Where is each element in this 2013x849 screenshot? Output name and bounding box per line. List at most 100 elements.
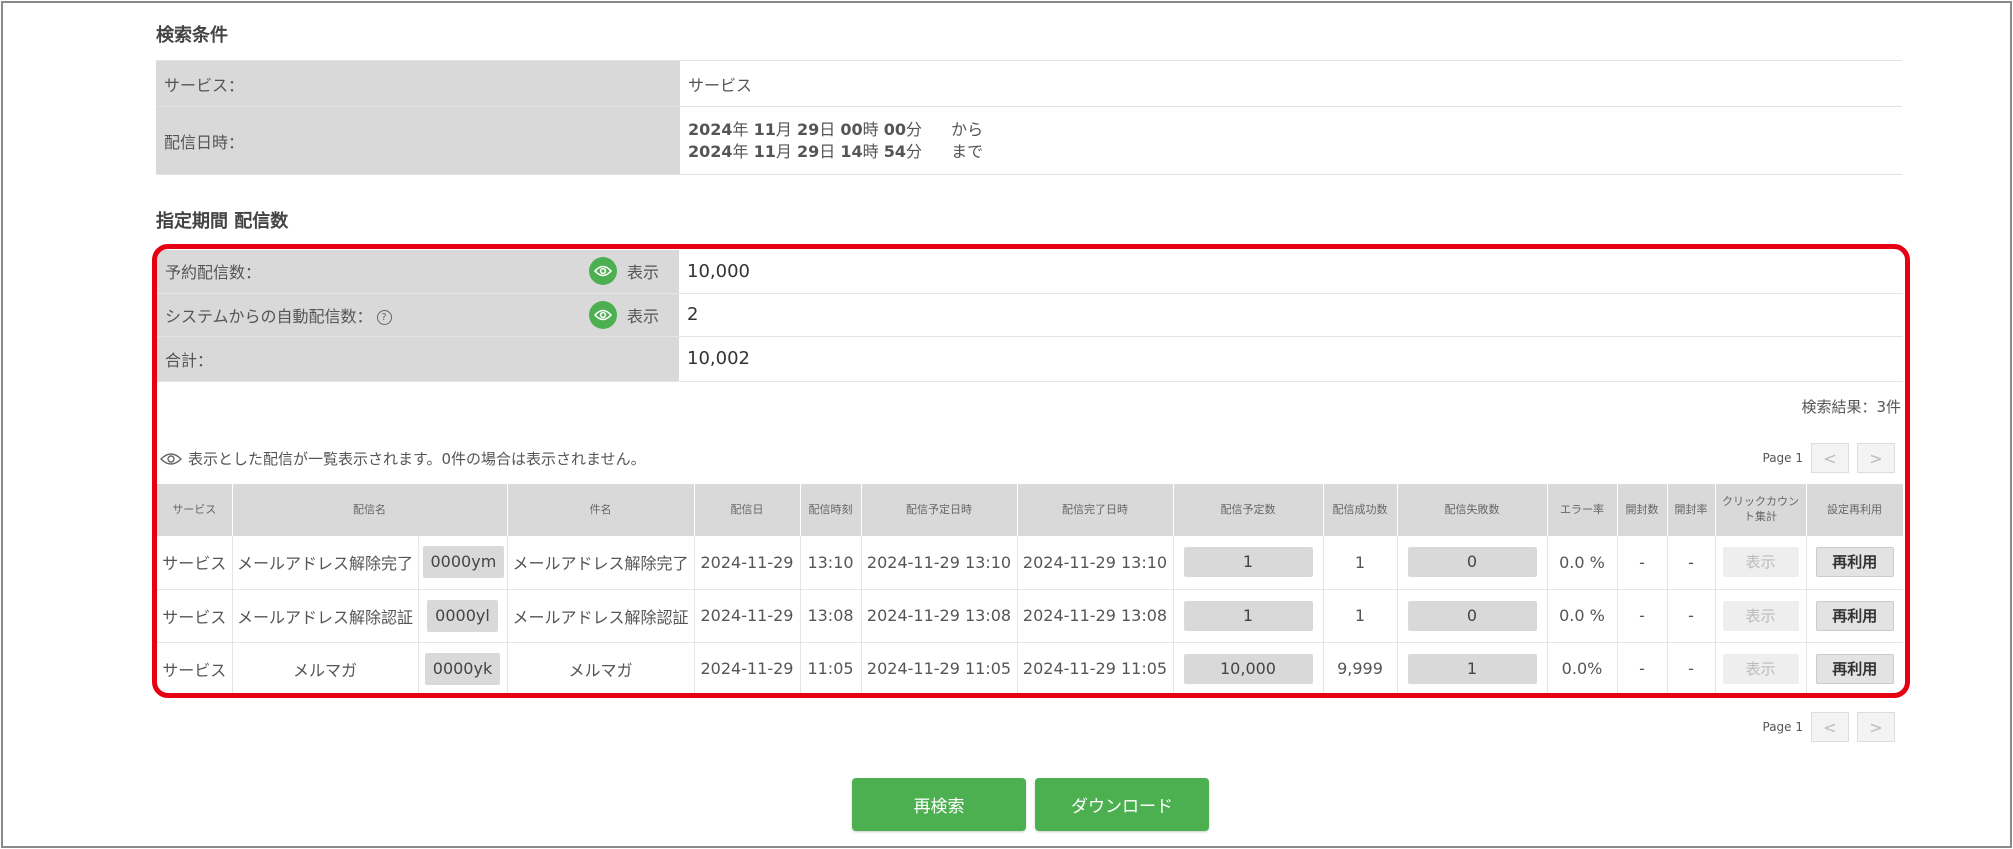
col-planned[interactable]: 配信予定数 (1173, 484, 1324, 536)
col-subject[interactable]: 件名 (507, 484, 695, 536)
next-page-button[interactable]: > (1857, 443, 1895, 473)
cell-reuse: 再利用 (1806, 589, 1903, 643)
service-label: サービス： (156, 60, 680, 107)
cell-time: 13:10 (800, 536, 862, 590)
col-date[interactable]: 配信日 (694, 484, 801, 536)
cell-failed: 0 (1397, 589, 1548, 643)
click-show-button[interactable]: 表示 (1722, 600, 1799, 631)
cell-date: 2024-11-29 (694, 642, 801, 695)
auto-count-value: 2 (679, 293, 1903, 337)
cell-reuse: 再利用 (1806, 536, 1903, 590)
prev-page-button[interactable]: < (1811, 443, 1849, 473)
col-open-rate[interactable]: 開封率 (1667, 484, 1716, 536)
total-value: 10,002 (679, 336, 1903, 382)
col-error-rate[interactable]: エラー率 (1547, 484, 1618, 536)
eye-icon (588, 257, 617, 286)
delivery-id: 0000yk (424, 652, 501, 685)
cell-time: 11:05 (800, 642, 862, 695)
col-success[interactable]: 配信成功数 (1323, 484, 1398, 536)
click-show-button[interactable]: 表示 (1722, 653, 1799, 684)
eye-outline-icon (160, 452, 182, 465)
eye-icon (588, 300, 617, 329)
delivery-counts-title: 指定期間 配信数 (156, 211, 289, 232)
cell-subject: メールアドレス解除認証 (507, 589, 695, 643)
cell-error-rate: 0.0 % (1547, 536, 1618, 590)
planned-count: 10,000 (1183, 653, 1313, 684)
cell-id: 0000yk (418, 642, 508, 695)
delivery-counts-table: 予約配信数： 表示 10,000 システムからの自動配信数：? 表示 2 合計：… (157, 250, 1903, 382)
cell-id: 0000yl (418, 589, 508, 643)
datetime-label: 配信日時： (156, 106, 680, 175)
cell-planned: 1 (1173, 536, 1324, 590)
col-opens[interactable]: 開封数 (1617, 484, 1668, 536)
cell-service: サービス (157, 536, 233, 590)
research-button[interactable]: 再検索 (852, 778, 1026, 831)
table-row: サービス メールアドレス解除完了 0000ym メールアドレス解除完了 2024… (157, 536, 1903, 590)
col-click-count[interactable]: クリックカウント集計 (1715, 484, 1807, 536)
cell-click-count: 表示 (1715, 536, 1807, 590)
cell-click-count: 表示 (1715, 642, 1807, 695)
cell-planned: 10,000 (1173, 642, 1324, 695)
cell-completed: 2024-11-29 13:08 (1017, 589, 1174, 643)
cell-subject: メールアドレス解除完了 (507, 536, 695, 590)
service-value: サービス (680, 60, 1902, 107)
col-name[interactable]: 配信名 (232, 484, 508, 536)
cell-service: サービス (157, 642, 233, 695)
next-page-button[interactable]: > (1857, 712, 1895, 742)
cell-name: メルマガ (232, 642, 419, 695)
cell-click-count: 表示 (1715, 589, 1807, 643)
cell-date: 2024-11-29 (694, 536, 801, 590)
reuse-button[interactable]: 再利用 (1815, 653, 1894, 684)
click-show-button[interactable]: 表示 (1722, 547, 1799, 578)
cell-opens: - (1617, 589, 1668, 643)
cell-service: サービス (157, 589, 233, 643)
table-header-row: サービス 配信名 件名 配信日 配信時刻 配信予定日時 配信完了日時 配信予定数… (157, 484, 1904, 536)
datetime-from: 2024年 11月 29日 00時 00分 から (688, 119, 984, 139)
cell-scheduled: 2024-11-29 13:10 (861, 536, 1018, 590)
cell-scheduled: 2024-11-29 11:05 (861, 642, 1018, 695)
page-label: Page 1 (1762, 720, 1804, 734)
list-notice: 表示とした配信が一覧表示されます。0件の場合は表示されません。 (160, 448, 646, 469)
reserved-show-button[interactable]: 表示 (588, 257, 659, 286)
help-icon[interactable]: ? (376, 309, 392, 325)
cell-name: メールアドレス解除完了 (232, 536, 419, 590)
table-row: サービス メルマガ 0000yk メルマガ 2024-11-29 11:05 2… (157, 642, 1903, 695)
col-reuse[interactable]: 設定再利用 (1806, 484, 1904, 536)
pager-top: Page 1 < > (1763, 443, 1895, 473)
cell-completed: 2024-11-29 11:05 (1017, 642, 1174, 695)
cell-success: 1 (1323, 589, 1398, 643)
col-service[interactable]: サービス (157, 484, 233, 536)
col-failed[interactable]: 配信失敗数 (1397, 484, 1548, 536)
search-conditions-table: サービス： サービス 配信日時： 2024年 11月 29日 00時 00分 か… (156, 60, 1902, 175)
col-scheduled[interactable]: 配信予定日時 (861, 484, 1018, 536)
download-button[interactable]: ダウンロード (1035, 778, 1209, 831)
reuse-button[interactable]: 再利用 (1815, 547, 1894, 578)
cell-open-rate: - (1667, 642, 1716, 695)
planned-count: 1 (1183, 547, 1313, 578)
cell-scheduled: 2024-11-29 13:08 (861, 589, 1018, 643)
cell-success: 9,999 (1323, 642, 1398, 695)
auto-show-button[interactable]: 表示 (588, 300, 659, 329)
pager-bottom: Page 1 < > (1762, 712, 1895, 742)
table-row: サービス メールアドレス解除認証 0000yl メールアドレス解除認証 2024… (157, 589, 1903, 643)
col-time[interactable]: 配信時刻 (800, 484, 862, 536)
col-completed[interactable]: 配信完了日時 (1017, 484, 1174, 536)
cell-opens: - (1617, 642, 1668, 695)
reuse-button[interactable]: 再利用 (1815, 600, 1894, 631)
planned-count: 1 (1183, 600, 1313, 631)
cell-completed: 2024-11-29 13:10 (1017, 536, 1174, 590)
cell-id: 0000ym (418, 536, 508, 590)
delivery-list-table: サービス 配信名 件名 配信日 配信時刻 配信予定日時 配信完了日時 配信予定数… (157, 484, 1904, 695)
results-count: 検索結果：3件 (1801, 398, 1901, 416)
cell-planned: 1 (1173, 589, 1324, 643)
cell-date: 2024-11-29 (694, 589, 801, 643)
cell-success: 1 (1323, 536, 1398, 590)
cell-open-rate: - (1667, 536, 1716, 590)
delivery-id: 0000yl (427, 599, 498, 632)
auto-count-label: システムからの自動配信数：? 表示 (157, 293, 679, 337)
cell-name: メールアドレス解除認証 (232, 589, 419, 643)
failed-count: 1 (1407, 653, 1537, 684)
cell-error-rate: 0.0% (1547, 642, 1618, 695)
search-conditions-title: 検索条件 (156, 25, 228, 46)
prev-page-button[interactable]: < (1811, 712, 1849, 742)
